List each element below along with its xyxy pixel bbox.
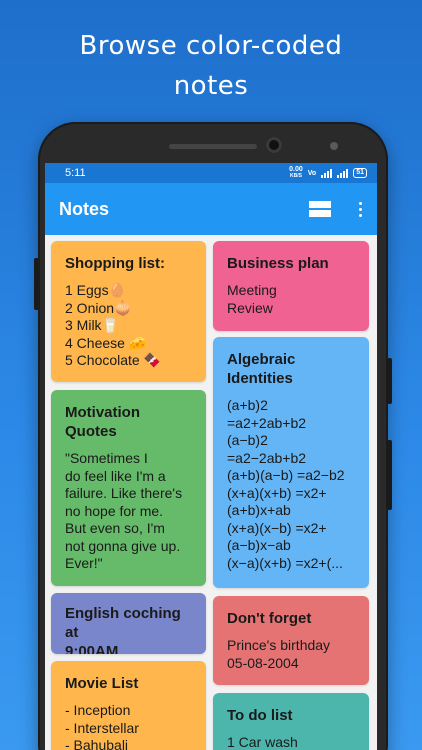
note-title: Movie List: [65, 675, 139, 692]
note-body: Meeting Review: [227, 282, 277, 316]
status-icons: 0.00 KB/S Vo 51: [289, 166, 367, 180]
note-card[interactable]: Movie List - Inception - Interstellar - …: [51, 661, 206, 750]
note-body: - Inception - Interstellar - Bahubali: [65, 702, 139, 750]
note-title: Motivation Quotes: [65, 404, 140, 440]
status-time: 5:11: [65, 167, 86, 179]
note-body: (a+b)2 =a2+2ab+b2 (a−b)2 =a2−2ab+b2 (a+b…: [227, 397, 345, 571]
note-body: "Sometimes I do feel like I'm a failure.…: [65, 450, 183, 571]
note-card[interactable]: To do list 1 Car wash: [213, 693, 369, 750]
note-card[interactable]: Motivation Quotes "Sometimes I do feel l…: [51, 390, 206, 586]
network-speed: 0.00 KB/S: [289, 166, 303, 180]
notes-grid: Shopping list: 1 Eggs🥚 2 Onion🧅 3 Milk🥛 …: [45, 235, 377, 750]
promo-headline: Browse color-coded notes: [79, 31, 343, 101]
note-title: Algebraic Identities: [227, 351, 296, 387]
battery-icon: 51: [353, 168, 367, 178]
note-card[interactable]: Business plan Meeting Review: [213, 241, 369, 331]
network-speed-unit: KB/S: [289, 173, 302, 179]
proximity-sensor: [330, 142, 338, 150]
note-card[interactable]: Algebraic Identities (a+b)2 =a2+2ab+b2 (…: [213, 337, 369, 588]
phone-earpiece: [169, 144, 257, 149]
status-bar: 5:11 0.00 KB/S Vo 51: [45, 163, 377, 183]
note-title: Don't forget: [227, 610, 312, 627]
view-toggle-icon[interactable]: [309, 201, 331, 217]
app-title: Notes: [59, 198, 110, 219]
app-bar: Notes: [45, 183, 377, 235]
note-body: 1 Car wash: [227, 734, 298, 750]
more-options-icon[interactable]: [357, 201, 363, 217]
note-card[interactable]: Don't forget Prince's birthday 05-08-200…: [213, 596, 369, 685]
volte-icon: Vo: [307, 169, 317, 177]
signal-icon: [321, 168, 333, 178]
note-title: English coching at 9:00AM: [65, 605, 181, 654]
note-body: 1 Eggs🥚 2 Onion🧅 3 Milk🥛 4 Cheese 🧀 5 Ch…: [65, 282, 162, 368]
note-title: Shopping list:: [65, 255, 165, 272]
note-title: To do list: [227, 707, 293, 724]
note-title: Business plan: [227, 255, 329, 272]
note-card[interactable]: English coching at 9:00AM: [51, 593, 206, 654]
front-camera-icon: [266, 137, 282, 153]
signal-icon-2: [337, 168, 349, 178]
network-speed-value: 0.00: [289, 166, 303, 173]
note-card[interactable]: Shopping list: 1 Eggs🥚 2 Onion🧅 3 Milk🥛 …: [51, 241, 206, 382]
phone-screen: 5:11 0.00 KB/S Vo 51 Notes Shopping list…: [45, 163, 377, 750]
note-body: Prince's birthday 05-08-2004: [227, 637, 331, 671]
